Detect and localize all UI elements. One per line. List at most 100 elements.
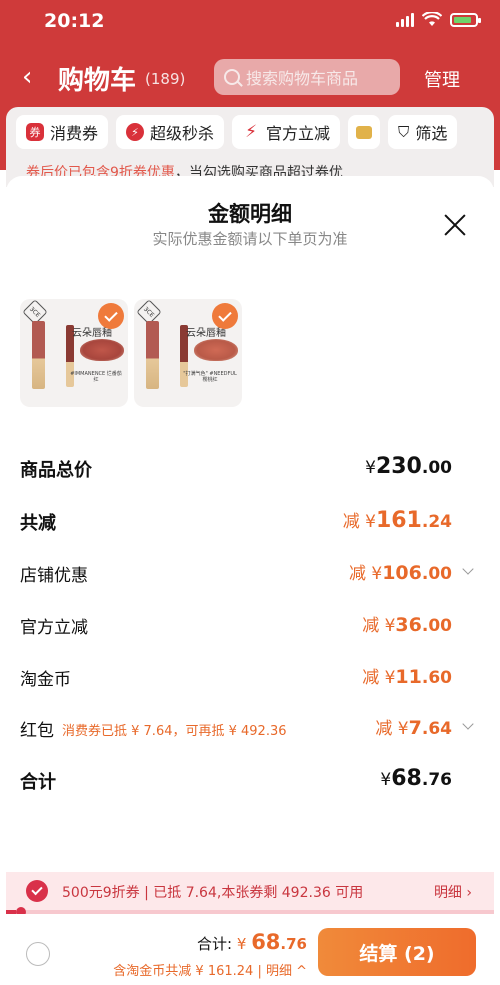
- currency-prefix: ¥: [380, 770, 392, 790]
- filter-chip-coupon[interactable]: 券消费券: [16, 115, 109, 149]
- row-value: 减 ¥11.60: [362, 663, 452, 688]
- search-input[interactable]: 搜索购物车商品: [214, 59, 400, 95]
- total-label: 合计:: [197, 935, 233, 953]
- amount-int: 161: [375, 508, 422, 533]
- coupon-detail-link[interactable]: 明细 ›: [434, 882, 472, 902]
- filter-chip-folder[interactable]: [348, 115, 381, 149]
- filter-chips: 券消费券 ⚡ 超级秒杀 ⚡ 官方立减 ⛉ 筛选: [16, 115, 458, 149]
- row-label: 商品总价: [20, 460, 92, 481]
- flash-sale-icon: ⚡: [126, 123, 145, 141]
- page-title: 购物车: [58, 66, 137, 96]
- filter-chip-official[interactable]: ⚡ 官方立减: [232, 115, 341, 149]
- chevron-down-icon[interactable]: [462, 718, 474, 730]
- chevron-down-icon[interactable]: [462, 563, 474, 575]
- filter-chip-label: 消费券: [50, 124, 99, 143]
- coupon-icon: 券: [26, 123, 44, 141]
- wifi-icon: [422, 12, 442, 26]
- row-official-discount: 官方立减 减 ¥36.00: [20, 607, 480, 641]
- currency-prefix: 减 ¥: [342, 512, 376, 532]
- selected-check-icon: [212, 303, 238, 329]
- amount-int: 7: [408, 717, 422, 739]
- amount-int: 230: [375, 454, 422, 479]
- row-value: 减 ¥106.00: [349, 559, 452, 584]
- search-icon: [224, 69, 240, 85]
- bolt-icon: ⚡: [245, 122, 257, 142]
- amount-int: 68: [251, 930, 281, 954]
- coupon-bar[interactable]: 500元9折券 | 已抵 7.64,本张券剩 492.36 可用 明细 ›: [6, 872, 494, 910]
- search-placeholder: 搜索购物车商品: [246, 69, 359, 88]
- coupon-text: 500元9折券 | 已抵 7.64,本张券剩 492.36 可用: [62, 885, 364, 901]
- amount-dec: .00: [421, 564, 452, 584]
- red-packet-note: 消费券已抵 ¥ 7.64，可再抵 ¥ 492.36: [62, 724, 287, 739]
- amount-dec: .76: [280, 935, 307, 953]
- row-value: 减 ¥36.00: [362, 611, 452, 636]
- footer-total: 合计: ¥ 68.76: [197, 930, 307, 954]
- row-sum: 合计 ¥68.76: [20, 762, 480, 796]
- filter-icon: ⛉: [398, 123, 410, 141]
- amount-dec: .76: [421, 770, 452, 790]
- amount-int: 36: [395, 614, 422, 636]
- amount-dec: .00: [421, 458, 452, 478]
- amount-dec: .60: [421, 668, 452, 688]
- back-icon[interactable]: ‹: [22, 62, 32, 92]
- filter-chip-label: 官方立减: [266, 124, 331, 143]
- status-bar: 20:12: [0, 0, 500, 44]
- product-caption: #IMMANENCE 烂番茄红: [70, 371, 122, 383]
- signal-icon: [396, 12, 414, 27]
- currency-prefix: ¥: [365, 458, 376, 478]
- lip-tube-image: [146, 321, 159, 389]
- close-icon[interactable]: [442, 212, 468, 238]
- sheet-subtitle: 实际优惠金额请以下单页为准: [152, 230, 348, 248]
- status-time: 20:12: [44, 10, 105, 32]
- row-value: ¥230.00: [365, 454, 452, 479]
- cart-nav: ‹ 购物车 (189) 搜索购物车商品 管理: [0, 56, 500, 100]
- selected-check-icon: [98, 303, 124, 329]
- row-label: 红包: [20, 721, 54, 741]
- row-total-discount: 共减 减 ¥161.24: [20, 503, 480, 537]
- total-amount: ¥ 68.76: [236, 930, 307, 954]
- lips-swatch-image: [194, 339, 238, 361]
- row-value: 减 ¥161.24: [343, 507, 452, 533]
- row-label: 共减: [20, 513, 56, 534]
- filter-button[interactable]: ⛉ 筛选: [388, 115, 458, 149]
- row-value: 减 ¥7.64: [375, 714, 452, 739]
- amount-int: 106: [382, 562, 422, 584]
- folder-icon: [356, 125, 373, 139]
- amount-int: 68: [391, 766, 422, 791]
- row-value: ¥68.76: [380, 766, 452, 791]
- row-shop-discount[interactable]: 店铺优惠 减 ¥106.00: [20, 555, 480, 589]
- lip-tube-image: [32, 321, 45, 389]
- currency-prefix: 减 ¥: [362, 616, 396, 636]
- lips-swatch-image: [80, 339, 124, 361]
- amount-dec: .00: [421, 616, 452, 636]
- manage-button[interactable]: 管理: [424, 66, 460, 92]
- row-red-packet[interactable]: 红包 消费券已抵 ¥ 7.64，可再抵 ¥ 492.36 减 ¥7.64: [20, 710, 480, 744]
- currency-prefix: 减 ¥: [362, 668, 396, 688]
- currency-prefix: 减 ¥: [348, 564, 383, 584]
- row-label: 合计: [20, 772, 56, 793]
- currency-prefix: ¥: [236, 935, 247, 953]
- row-gold-coins: 淘金币 减 ¥11.60: [20, 659, 480, 693]
- checkout-button[interactable]: 结算 (2): [318, 928, 476, 976]
- currency-prefix: 减 ¥: [375, 719, 409, 739]
- row-label: 官方立减: [20, 618, 88, 638]
- cart-count: (189): [145, 70, 186, 88]
- row-label: 店铺优惠: [20, 566, 88, 586]
- row-total-price: 商品总价 ¥230.00: [20, 450, 480, 484]
- coupon-check-icon[interactable]: [26, 880, 48, 902]
- product-caption: "打满气色" #NEEDFUL 樱桃红: [183, 371, 237, 383]
- product-thumbnail[interactable]: 3CE 云朵唇釉 "打满气色" #NEEDFUL 樱桃红: [134, 299, 242, 407]
- row-label: 淘金币: [20, 670, 71, 690]
- filter-chip-flash-sale[interactable]: ⚡ 超级秒杀: [116, 115, 225, 149]
- filter-chip-label: 筛选: [415, 124, 448, 143]
- battery-icon: [450, 12, 481, 27]
- footer-saved-detail[interactable]: 含淘金币共减 ¥ 161.24 | 明细 ^: [113, 960, 307, 979]
- sheet-title: 金额明细: [208, 202, 292, 226]
- amount-dec: .64: [421, 719, 452, 739]
- amount-dec: .24: [421, 512, 452, 532]
- checkout-footer: 合计: ¥ 68.76 含淘金币共减 ¥ 161.24 | 明细 ^ 结算 (2…: [0, 914, 500, 985]
- select-all-checkbox[interactable]: [26, 942, 50, 966]
- product-thumbnail[interactable]: 3CE 云朵唇釉 #IMMANENCE 烂番茄红: [20, 299, 128, 407]
- amount-int: 11: [395, 666, 422, 688]
- status-icons: [396, 12, 481, 27]
